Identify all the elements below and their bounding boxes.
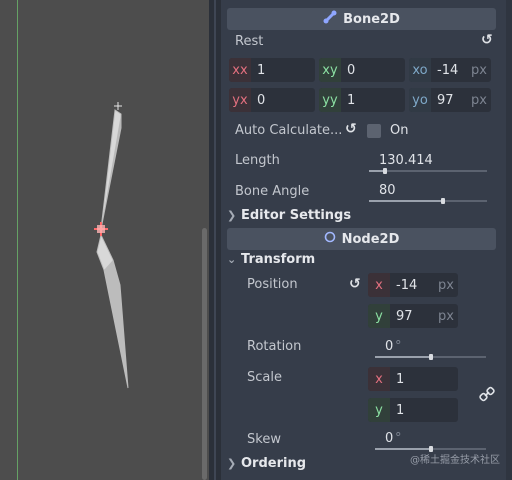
axis-label-x: x [368,273,390,297]
auto-calculate-value: On [390,123,409,138]
position-x-value: -14 [396,277,418,293]
bone-drawing [94,102,129,389]
length-slider[interactable]: 130.414 [369,150,487,174]
revert-icon[interactable]: ↺ [481,32,493,48]
rest-xo-value: -14 [437,62,459,78]
bone-icon [323,10,337,28]
rest-yy-field[interactable]: yy 1 [319,88,405,112]
inspector-panel: Bone2D Rest ↺ xx 1 xy 0 xo -14 px yx 0 y… [221,0,512,480]
rotation-slider[interactable]: 0 ° [375,336,486,360]
bone-angle-slider-knob[interactable] [441,198,445,204]
position-y-field[interactable]: y 97 px [368,304,458,328]
skew-slider-fill [375,448,431,450]
rest-yo-unit: px [471,92,487,108]
rotation-slider-knob[interactable] [429,354,433,360]
length-label: Length [235,153,280,168]
scale-x-value: 1 [396,371,405,387]
axis-label-x: x [368,367,390,391]
length-value: 130.414 [379,153,433,168]
rest-xy-value: 0 [347,62,356,78]
position-label: Position [247,277,298,292]
chevron-down-icon: ⌄ [227,253,237,266]
viewport-scrollbar[interactable] [202,228,207,480]
rest-xo-unit: px [471,62,487,78]
axis-label-xo: xo [409,58,431,82]
scale-y-field[interactable]: y 1 [368,398,458,422]
rest-yx-value: 0 [257,92,266,108]
auto-calculate-checkbox[interactable] [367,124,381,138]
transform-fold[interactable]: ⌄ Transform [227,252,315,267]
auto-calculate-label: Auto Calculate... [235,123,343,138]
position-y-unit: px [438,308,454,324]
scale-x-field[interactable]: x 1 [368,367,458,391]
axis-label-yy: yy [319,88,341,112]
position-x-field[interactable]: x -14 px [368,273,458,297]
ordering-label: Ordering [241,456,307,471]
axis-label-yo: yo [409,88,431,112]
axis-label-y: y [368,398,390,422]
bone-angle-slider[interactable]: 80 [369,180,487,204]
section-title-bone2d: Bone2D [343,11,400,27]
axis-label-xy: xy [319,58,341,82]
transform-label: Transform [241,252,316,267]
axis-label-xx: xx [229,58,251,82]
length-slider-knob[interactable] [383,168,387,174]
rest-yy-value: 1 [347,92,356,108]
bone-angle-label: Bone Angle [235,184,310,199]
scale-y-value: 1 [396,402,405,418]
chevron-right-icon: ❯ [227,209,237,222]
editor-settings-label: Editor Settings [241,208,352,223]
rest-label: Rest [235,34,264,49]
rest-xx-value: 1 [257,62,266,78]
section-header-bone2d[interactable]: Bone2D [227,8,496,30]
skew-label: Skew [247,432,281,447]
node-circle-icon [324,231,336,247]
rotation-value: 0 [385,339,394,354]
rotation-slider-fill [375,356,431,358]
skew-slider[interactable]: 0 ° [375,428,486,452]
rest-xx-field[interactable]: xx 1 [229,58,315,82]
bone-shape-upper [100,109,122,230]
section-title-node2d: Node2D [341,231,400,247]
link-icon[interactable] [479,386,495,406]
rest-yo-value: 97 [437,92,454,108]
rest-yx-field[interactable]: yx 0 [229,88,315,112]
axis-label-y: y [368,304,390,328]
inspector-scrollbar[interactable] [506,0,512,480]
chevron-right-icon: ❯ [227,457,237,470]
ordering-fold[interactable]: ❯ Ordering [227,456,306,471]
rest-xo-field[interactable]: xo -14 px [409,58,491,82]
rotation-unit: ° [395,339,402,354]
bone-angle-value: 80 [379,183,396,198]
watermark-text: @稀土掘金技术社区 [410,455,500,466]
bone-angle-slider-fill [369,200,443,202]
bone-shape-lower-shade [104,260,128,388]
rest-yo-field[interactable]: yo 97 px [409,88,491,112]
position-y-value: 97 [396,308,413,324]
scale-label: Scale [247,370,282,385]
editor-settings-fold[interactable]: ❯ Editor Settings [227,208,351,223]
rotation-label: Rotation [247,339,302,354]
canvas-viewport[interactable] [0,0,209,480]
axis-label-yx: yx [229,88,251,112]
revert-icon[interactable]: ↺ [349,276,361,292]
skew-value: 0 [385,431,394,446]
panel-splitter[interactable] [209,0,221,480]
revert-icon[interactable]: ↺ [345,121,357,137]
skew-unit: ° [395,431,402,446]
bone-shape-upper-shade [101,114,121,229]
rest-xy-field[interactable]: xy 0 [319,58,405,82]
section-header-node2d[interactable]: Node2D [227,228,496,250]
position-x-unit: px [438,277,454,293]
